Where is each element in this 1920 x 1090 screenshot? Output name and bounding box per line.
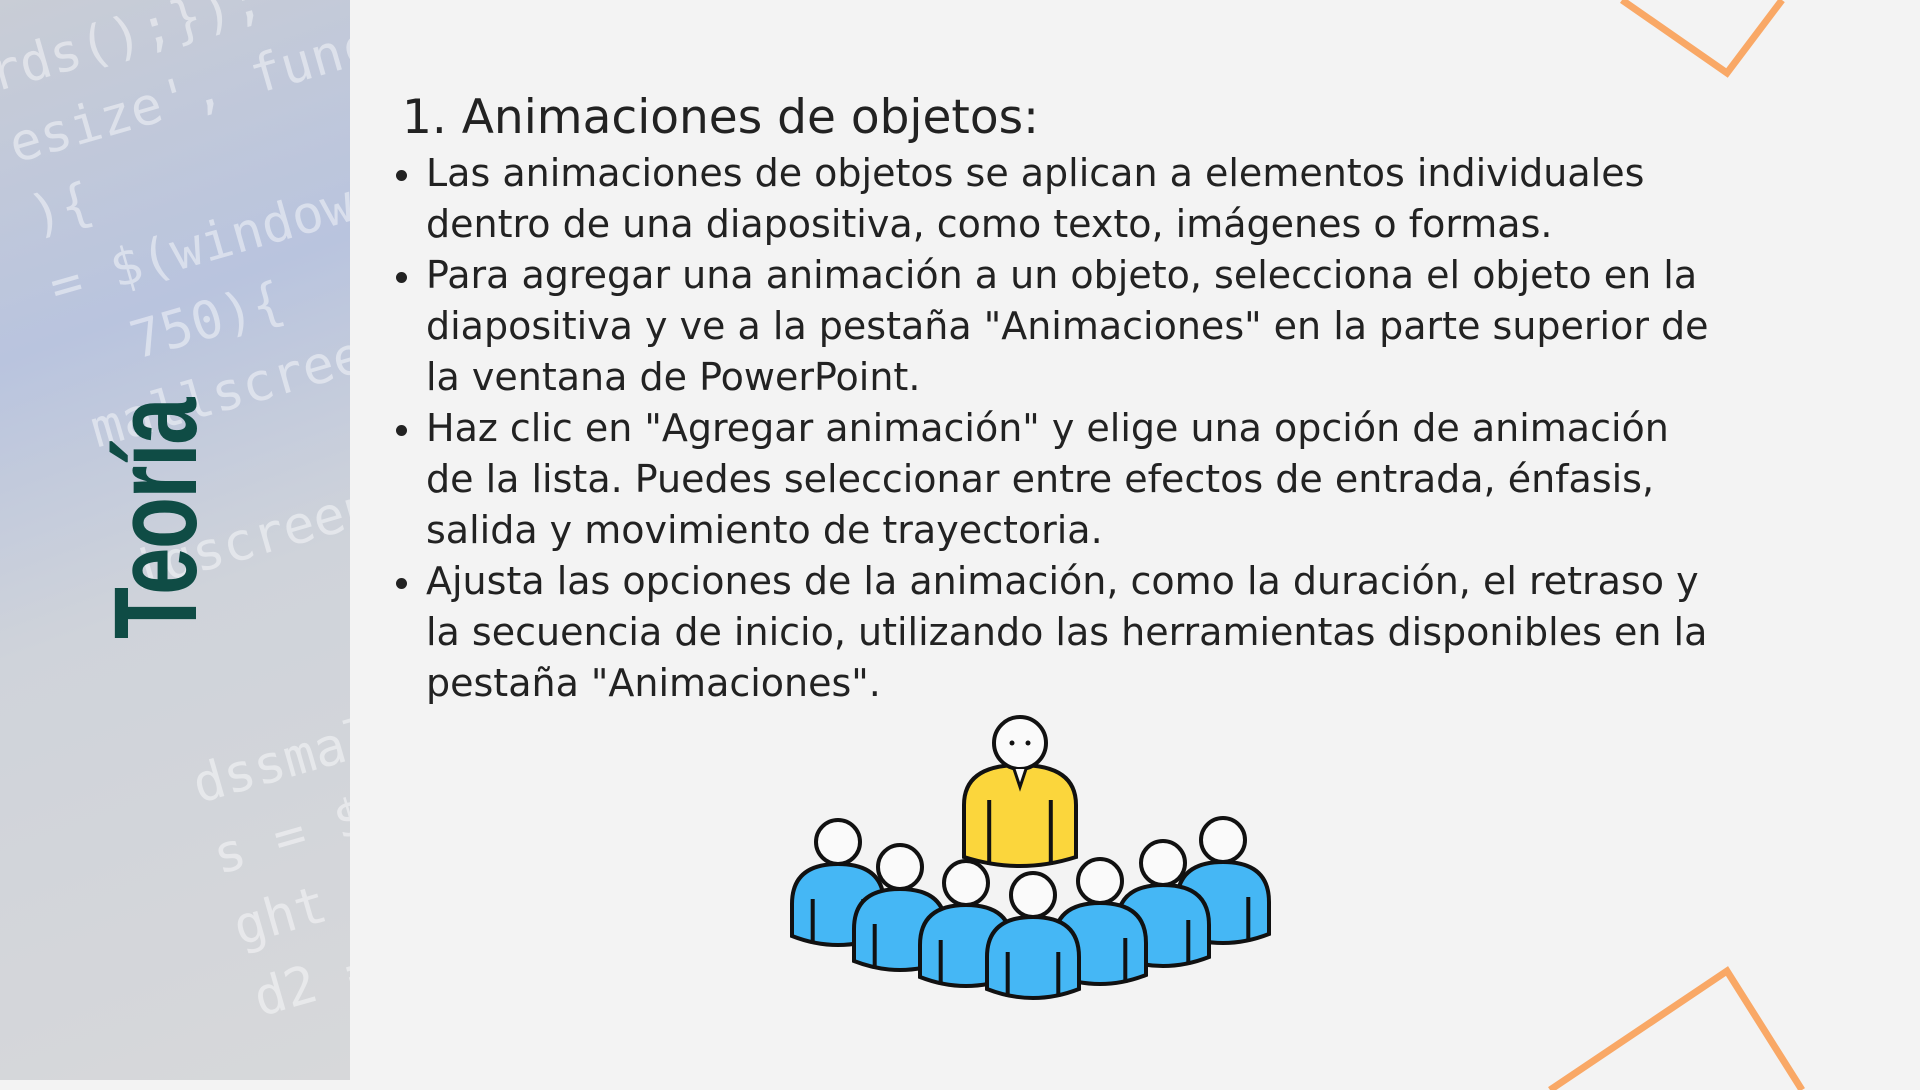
sidebar-panel: rds();}); esize', functio ){ = $(window)…	[0, 0, 350, 1080]
content-area: 1. Animaciones de objetos: Las animacion…	[392, 88, 1712, 709]
decorative-triangle-top	[1620, 0, 1785, 78]
page-heading: 1. Animaciones de objetos:	[402, 90, 1039, 145]
bullet-item: Las animaciones de objetos se aplican a …	[392, 148, 1712, 250]
bullet-item: Para agregar una animación a un objeto, …	[392, 250, 1712, 403]
presenter-figure	[962, 715, 1078, 868]
bullet-item: Ajusta las opciones de la animación, com…	[392, 556, 1712, 709]
audience-illustration	[790, 715, 1271, 1000]
audience-figure	[985, 871, 1081, 1000]
bullet-item: Haz clic en "Agregar animación" y elige …	[392, 403, 1712, 556]
section-title: Teoría	[90, 398, 222, 640]
bullet-list: Las animaciones de objetos se aplican a …	[392, 148, 1712, 709]
decorative-triangle-bottom	[1548, 966, 1805, 1090]
